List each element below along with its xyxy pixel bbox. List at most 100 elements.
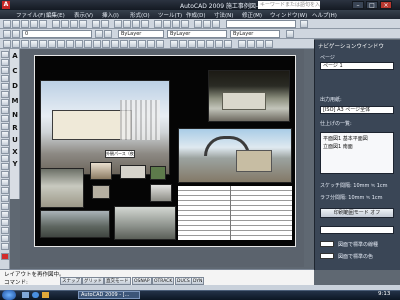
region-icon[interactable]: [138, 40, 146, 48]
rotate-icon[interactable]: [1, 99, 9, 106]
xref-icon[interactable]: [1, 235, 9, 242]
arc-icon[interactable]: [48, 40, 56, 48]
polygon-icon[interactable]: [30, 40, 38, 48]
menu-modify[interactable]: 修正(M): [242, 11, 262, 19]
taskbar-autocad-button[interactable]: AutoCAD 2009 - [...: [78, 291, 140, 299]
zoom-previous-icon[interactable]: [141, 20, 149, 28]
letter-y-tool[interactable]: Y: [11, 160, 19, 168]
letter-d-tool[interactable]: D: [11, 82, 19, 90]
copy-icon[interactable]: [61, 20, 69, 28]
help-search-input[interactable]: キーワードまたは語句を入力: [258, 1, 320, 9]
zoom-out-icon[interactable]: [265, 40, 273, 48]
table-icon[interactable]: [147, 40, 155, 48]
dimension-linear-icon[interactable]: [170, 40, 178, 48]
dimension-radius-icon[interactable]: [188, 40, 196, 48]
fillet-icon[interactable]: [1, 163, 9, 170]
sheet-set-icon[interactable]: [181, 20, 189, 28]
list-item[interactable]: 立面図1 南面: [323, 143, 353, 150]
rendering-garden[interactable]: [114, 206, 176, 240]
chamfer-icon[interactable]: [1, 155, 9, 162]
image-icon[interactable]: [1, 243, 9, 250]
quick-launch-ie-icon[interactable]: [32, 292, 39, 298]
design-center-icon[interactable]: [163, 20, 171, 28]
linetype-select[interactable]: ByLayer: [167, 30, 227, 38]
rendering-side-view[interactable]: [40, 168, 84, 208]
boundary-icon[interactable]: [1, 211, 9, 218]
print-icon[interactable]: [30, 20, 38, 28]
workspace-settings-icon[interactable]: [300, 20, 308, 28]
quick-launch-desktop-icon[interactable]: [22, 292, 29, 298]
spline-icon[interactable]: [75, 40, 83, 48]
workspace-select[interactable]: [226, 20, 296, 28]
save-icon[interactable]: [21, 20, 29, 28]
color-select[interactable]: ByLayer: [118, 30, 164, 38]
material-swatch-4[interactable]: [92, 185, 110, 199]
linetype-row[interactable]: 図面で標準の線種: [320, 240, 394, 249]
mirror-icon[interactable]: [1, 67, 9, 74]
dimension-aligned-icon[interactable]: [179, 40, 187, 48]
pan-icon[interactable]: [114, 20, 122, 28]
menu-dimension[interactable]: 寸法(N): [214, 11, 233, 19]
print-range-toggle-button[interactable]: 印刷範囲モード オフ: [320, 208, 394, 218]
grid-toggle[interactable]: グリッド: [82, 277, 104, 285]
menu-format[interactable]: 形式(O): [130, 11, 150, 19]
trim-icon[interactable]: [1, 123, 9, 130]
gradient-icon[interactable]: [129, 40, 137, 48]
menu-insert[interactable]: 挿入(I): [102, 11, 119, 19]
menu-draw[interactable]: 作成(D): [186, 11, 206, 19]
polyline-icon[interactable]: [21, 40, 29, 48]
layer-select[interactable]: 0: [22, 30, 92, 38]
break-icon[interactable]: [1, 139, 9, 146]
wipeout-icon[interactable]: [1, 219, 9, 226]
paste-icon[interactable]: [70, 20, 78, 28]
ducs-toggle[interactable]: DUCS: [175, 277, 192, 285]
zoom-realtime-icon[interactable]: [123, 20, 131, 28]
help-icon[interactable]: [212, 20, 220, 28]
match-properties-icon[interactable]: [79, 20, 87, 28]
drawing-list[interactable]: 平面図1 基本平面図 立面図1 南面: [320, 132, 394, 174]
close-button[interactable]: ×: [380, 1, 392, 9]
preview-icon[interactable]: [39, 20, 47, 28]
rendering-parking[interactable]: [40, 210, 110, 238]
material-swatch-3[interactable]: [150, 166, 166, 180]
explode-icon[interactable]: [1, 171, 9, 178]
array-icon[interactable]: [1, 83, 9, 90]
layer-previous-icon[interactable]: [104, 30, 112, 38]
letter-a-tool[interactable]: A: [11, 52, 19, 60]
hatch-icon[interactable]: [120, 40, 128, 48]
extend-icon[interactable]: [1, 131, 9, 138]
open-file-icon[interactable]: [12, 20, 20, 28]
markup-icon[interactable]: [194, 20, 202, 28]
menu-tools[interactable]: ツール(T): [158, 11, 182, 19]
quickcalc-icon[interactable]: [203, 20, 211, 28]
rectangle-icon[interactable]: [39, 40, 47, 48]
line-tool-icon[interactable]: [3, 40, 11, 48]
properties-icon[interactable]: [154, 20, 162, 28]
divide-icon[interactable]: [1, 195, 9, 202]
copy-object-icon[interactable]: [1, 59, 9, 66]
plot-style-icon[interactable]: [286, 30, 294, 38]
autocad-logo-icon[interactable]: A: [2, 1, 10, 9]
material-swatch-1[interactable]: [90, 162, 112, 180]
snap-toggle[interactable]: スナップ: [60, 277, 82, 285]
join-icon[interactable]: [1, 147, 9, 154]
multiline-text-icon[interactable]: [156, 40, 164, 48]
revision-cloud-icon[interactable]: [66, 40, 74, 48]
ellipse-icon[interactable]: [84, 40, 92, 48]
zoom-extents-icon[interactable]: [238, 40, 246, 48]
layer-manager-icon[interactable]: [3, 30, 11, 38]
lineweight-select[interactable]: ByLayer: [230, 30, 280, 38]
letter-r-tool[interactable]: R: [11, 124, 19, 132]
tolerance-icon[interactable]: [215, 40, 223, 48]
red-arrow-icon[interactable]: [1, 253, 9, 260]
minimize-button[interactable]: –: [352, 1, 364, 9]
quick-launch-folder-icon[interactable]: [42, 292, 49, 298]
letter-x-tool[interactable]: X: [11, 148, 19, 156]
menu-window[interactable]: ウィンドウ(W): [270, 11, 307, 19]
draworder-icon[interactable]: [1, 227, 9, 234]
letter-n-tool[interactable]: N: [11, 111, 19, 119]
leader-icon[interactable]: [206, 40, 214, 48]
list-item[interactable]: 平面図1 基本平面図: [323, 135, 368, 142]
page-select[interactable]: ページ 1: [320, 62, 394, 70]
light-bulb-icon[interactable]: [12, 30, 20, 38]
